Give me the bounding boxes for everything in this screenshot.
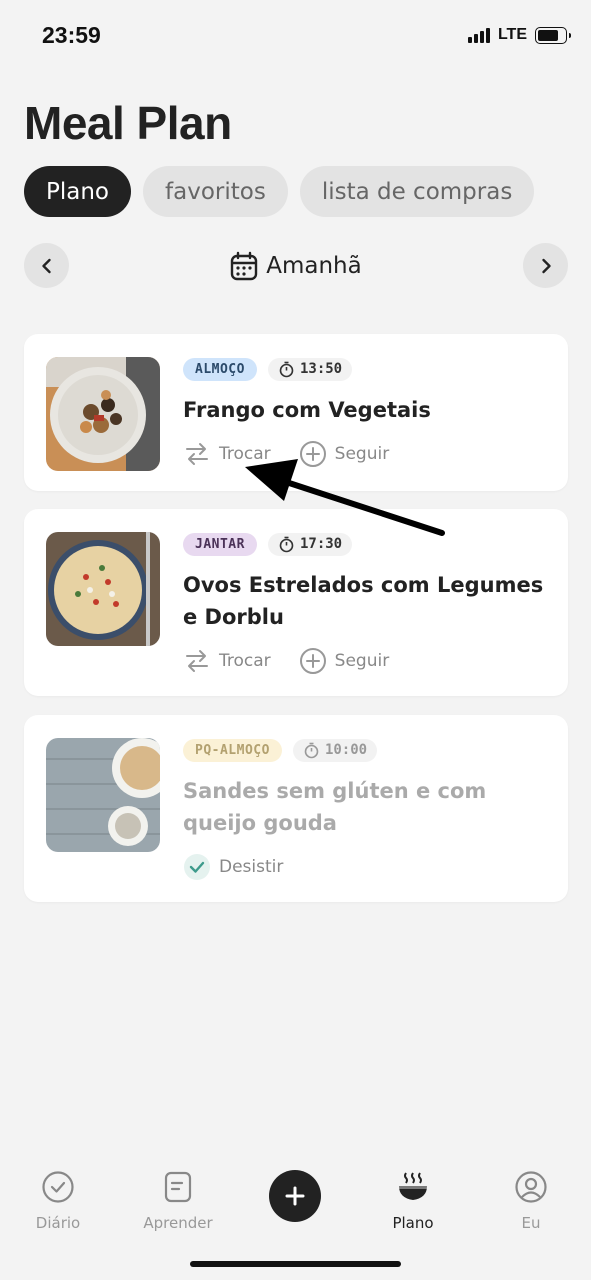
follow-button[interactable]: Seguir xyxy=(299,647,390,675)
tab-label: Plano xyxy=(392,1214,434,1232)
meal-type-badge: PQ-ALMOÇO xyxy=(183,738,282,762)
plus-icon xyxy=(285,1186,305,1206)
battery-icon xyxy=(535,26,571,44)
tab-favoritos[interactable]: favoritos xyxy=(143,166,288,217)
bowl-icon xyxy=(399,1172,427,1200)
swap-icon xyxy=(186,443,208,465)
annotation-arrow xyxy=(245,459,445,536)
tab-diario[interactable]: Diário xyxy=(8,1170,108,1232)
check-icon xyxy=(184,854,210,880)
swap-icon xyxy=(186,650,208,672)
meal-card[interactable]: PQ-ALMOÇO 10:00 Sandes sem glúten e com … xyxy=(24,715,568,902)
swap-label: Trocar xyxy=(219,651,271,671)
status-bar: 23:59 LTE xyxy=(0,0,591,70)
meal-photo xyxy=(46,532,160,646)
meal-time-badge: 13:50 xyxy=(267,357,353,381)
meal-title[interactable]: Ovos Estrelados com Legumes e Dorblu xyxy=(183,569,548,633)
date-navigator: Amanhã xyxy=(24,243,568,289)
tab-label: Diário xyxy=(35,1214,81,1232)
tab-label: Aprender xyxy=(143,1214,213,1232)
meal-actions: Trocar Seguir xyxy=(183,647,548,675)
book-icon xyxy=(164,1171,192,1203)
stopwatch-icon xyxy=(304,742,319,758)
calendar-icon xyxy=(231,251,258,281)
network-label: LTE xyxy=(497,26,527,43)
give-up-button[interactable]: Desistir xyxy=(183,853,283,881)
meal-photo xyxy=(46,738,160,852)
stopwatch-icon xyxy=(279,361,294,377)
chevron-right-icon xyxy=(541,258,551,273)
tab-plano[interactable]: Plano xyxy=(24,166,132,217)
meal-time-badge: 10:00 xyxy=(292,738,378,762)
status-indicators: LTE xyxy=(467,26,571,44)
tab-label: Eu xyxy=(521,1214,541,1232)
signal-icon xyxy=(467,27,490,43)
home-indicator xyxy=(190,1261,401,1267)
check-circle-icon xyxy=(42,1171,74,1203)
meal-actions: Desistir xyxy=(183,853,548,881)
status-time: 23:59 xyxy=(42,22,101,48)
page-title: Meal Plan xyxy=(24,97,232,149)
tab-eu[interactable]: Eu xyxy=(481,1170,581,1232)
meal-time: 10:00 xyxy=(324,742,368,758)
meal-badges: PQ-ALMOÇO 10:00 xyxy=(183,738,548,762)
next-day-button[interactable] xyxy=(523,243,568,288)
date-label: Amanhã xyxy=(266,253,362,279)
meal-title[interactable]: Sandes sem glúten e com queijo gouda xyxy=(183,775,548,839)
follow-label: Seguir xyxy=(334,651,390,671)
meal-info: ALMOÇO 13:50 Frango com Vegetais Trocar … xyxy=(183,357,548,468)
user-circle-icon xyxy=(515,1171,547,1203)
meal-badges: ALMOÇO 13:50 xyxy=(183,357,548,381)
meal-info: PQ-ALMOÇO 10:00 Sandes sem glúten e com … xyxy=(183,738,548,881)
give-up-label: Desistir xyxy=(219,857,284,877)
meal-info: JANTAR 17:30 Ovos Estrelados com Legumes… xyxy=(183,532,548,675)
segment-tabs: Plano favoritos lista de compras xyxy=(24,166,535,217)
tab-plano-nav[interactable]: Plano xyxy=(363,1170,463,1232)
swap-button[interactable]: Trocar xyxy=(183,648,271,674)
add-button[interactable] xyxy=(269,1170,321,1222)
tab-aprender[interactable]: Aprender xyxy=(128,1170,228,1232)
date-selector[interactable]: Amanhã xyxy=(24,251,568,281)
meal-type-badge: ALMOÇO xyxy=(183,357,257,381)
meal-title[interactable]: Frango com Vegetais xyxy=(183,394,548,426)
tab-lista-de-compras[interactable]: lista de compras xyxy=(299,166,535,217)
meal-photo xyxy=(46,357,160,471)
plus-circle-icon xyxy=(299,648,326,674)
meal-time: 13:50 xyxy=(299,361,343,377)
